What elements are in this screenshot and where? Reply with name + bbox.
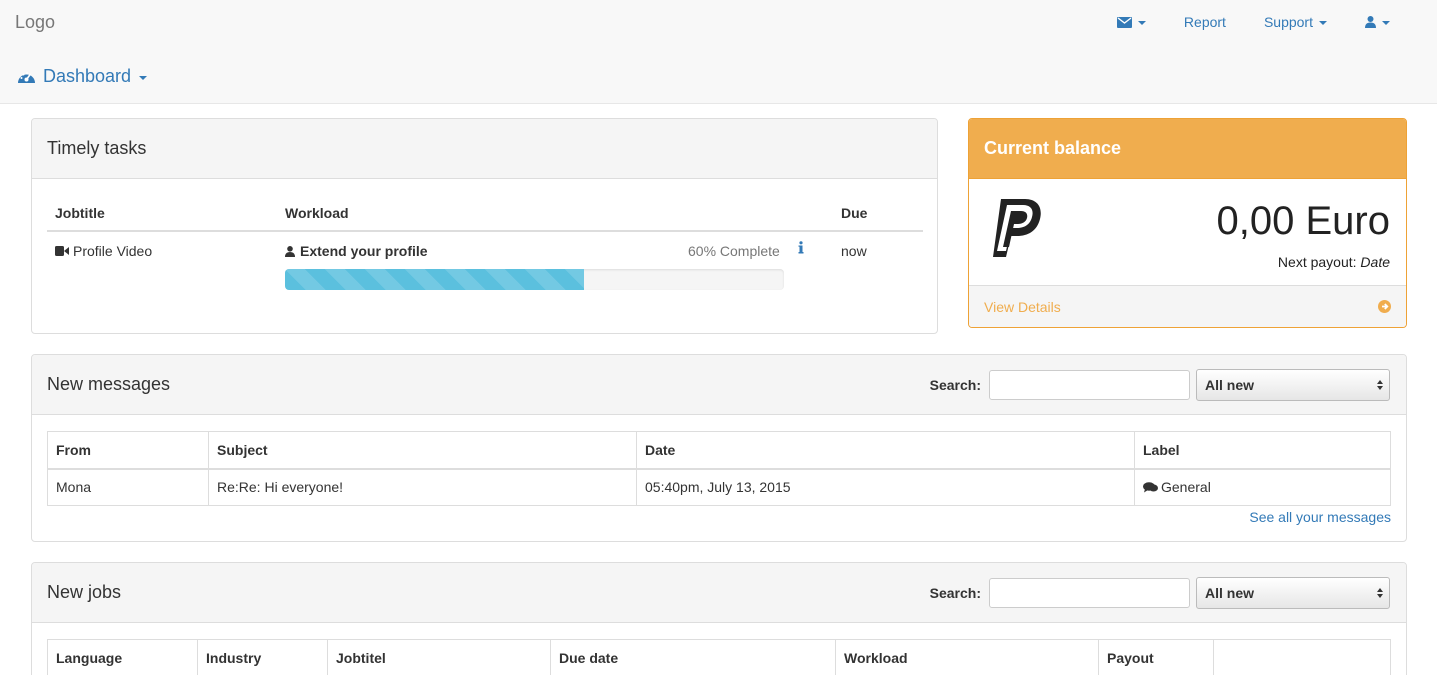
- message-subject[interactable]: Re:Re: Hi everyone!: [208, 468, 637, 506]
- payout-date: Date: [1360, 254, 1390, 270]
- panel-heading: New jobs Search: All new: [32, 563, 1406, 623]
- video-camera-icon: [55, 246, 69, 256]
- panel-heading: Timely tasks: [32, 119, 937, 179]
- panel-title: Timely tasks: [47, 138, 147, 158]
- column-header-jobtitle: Jobtitle: [55, 205, 105, 221]
- mail-dropdown[interactable]: [1098, 16, 1165, 28]
- view-details-link[interactable]: View Details: [969, 285, 1406, 327]
- new-messages-panel: New messages Search: All new From Subjec…: [31, 354, 1407, 542]
- message-label-text: General: [1161, 479, 1211, 496]
- chevron-down-icon: [139, 75, 148, 80]
- panel-heading: New messages Search: All new: [32, 355, 1406, 415]
- chevron-down-icon: [1137, 21, 1146, 25]
- envelope-icon: [1116, 16, 1132, 28]
- jobs-table: Language Industry Jobtitel Due date Work…: [47, 639, 1391, 675]
- filter-select[interactable]: All new: [1196, 576, 1390, 609]
- support-label: Support: [1263, 14, 1313, 30]
- search-label: Search:: [929, 584, 981, 601]
- arrow-circle-right-icon: [1378, 300, 1391, 313]
- see-all-messages-link[interactable]: See all your messages: [1249, 509, 1391, 525]
- progress-fill: [285, 269, 585, 290]
- balance-amount: 0,00 Euro: [1216, 199, 1390, 243]
- current-balance-panel: Current balance 0,00 Euro Next payout: D…: [968, 118, 1407, 328]
- column-header[interactable]: Payout: [1098, 639, 1214, 675]
- column-header[interactable]: Label: [1134, 431, 1391, 470]
- top-navbar: Logo Report Support Dashboard: [0, 0, 1437, 104]
- column-header[interactable]: Workload: [835, 639, 1099, 675]
- task-workload-label: Extend your profile: [300, 243, 428, 259]
- filter-select[interactable]: All new: [1196, 368, 1390, 401]
- paypal-icon: [993, 199, 1041, 257]
- nav-right: Report Support: [1098, 14, 1409, 30]
- support-dropdown[interactable]: Support: [1245, 14, 1346, 30]
- message-label: General: [1134, 468, 1391, 506]
- progress-text: 60% Complete: [688, 243, 780, 259]
- search-group: Search: All new: [929, 368, 1390, 401]
- table-row[interactable]: Mona Re:Re: Hi everyone! 05:40pm, July 1…: [47, 468, 1391, 506]
- search-input[interactable]: [989, 577, 1190, 608]
- message-date: 05:40pm, July 13, 2015: [636, 468, 1135, 506]
- column-header[interactable]: Language: [47, 639, 198, 675]
- column-header-due: Due: [841, 205, 868, 221]
- dashboard-icon: [18, 72, 35, 83]
- task-jobtitle-label: Profile Video: [73, 243, 153, 259]
- column-header-workload: Workload: [285, 205, 349, 221]
- comments-icon: [1143, 482, 1158, 493]
- table-header-row: Language Industry Jobtitel Due date Work…: [47, 639, 1391, 675]
- panel-title: New messages: [47, 374, 171, 394]
- column-header: [1213, 639, 1391, 675]
- report-link[interactable]: Report: [1165, 14, 1245, 30]
- info-icon[interactable]: [798, 241, 804, 257]
- search-input[interactable]: [989, 369, 1190, 400]
- panel-title: Current balance: [984, 138, 1122, 158]
- search-label: Search:: [929, 376, 981, 393]
- table-header-row: From Subject Date Label: [47, 431, 1391, 470]
- user-icon: [285, 245, 295, 257]
- user-icon: [1365, 16, 1376, 28]
- progress-bar: [285, 269, 784, 290]
- task-workload: Extend your profile: [285, 243, 428, 259]
- view-details-label: View Details: [984, 298, 1061, 315]
- column-header[interactable]: Due date: [550, 639, 836, 675]
- column-header[interactable]: Date: [636, 431, 1135, 470]
- user-dropdown[interactable]: [1346, 16, 1409, 28]
- select-arrows-icon: [1377, 379, 1383, 390]
- next-payout: Next payout: Date: [1278, 254, 1390, 270]
- panel-title: New jobs: [47, 582, 122, 602]
- logo[interactable]: Logo: [15, 12, 55, 33]
- select-arrows-icon: [1377, 587, 1383, 598]
- timely-tasks-panel: Timely tasks Jobtitle Workload Due Profi…: [31, 118, 938, 334]
- column-header[interactable]: Jobtitel: [327, 639, 551, 675]
- task-jobtitle: Profile Video: [55, 243, 152, 259]
- search-group: Search: All new: [929, 576, 1390, 609]
- dashboard-dropdown[interactable]: Dashboard: [17, 66, 148, 87]
- chevron-down-icon: [1382, 21, 1390, 25]
- column-header[interactable]: Subject: [208, 431, 637, 470]
- column-header[interactable]: Industry: [197, 639, 328, 675]
- chevron-down-icon: [1319, 21, 1327, 25]
- panel-heading: Current balance: [969, 119, 1406, 179]
- message-from: Mona: [47, 468, 209, 506]
- payout-label: Next payout:: [1277, 254, 1357, 270]
- dashboard-label: Dashboard: [43, 66, 132, 86]
- column-header[interactable]: From: [47, 431, 209, 470]
- messages-table: From Subject Date Label Mona Re:Re: Hi e…: [47, 431, 1391, 506]
- divider: [47, 230, 923, 232]
- filter-select-value: All new: [1205, 584, 1255, 601]
- task-due: now: [841, 243, 867, 259]
- filter-select-value: All new: [1205, 376, 1255, 393]
- new-jobs-panel: New jobs Search: All new Language Indust…: [31, 562, 1407, 675]
